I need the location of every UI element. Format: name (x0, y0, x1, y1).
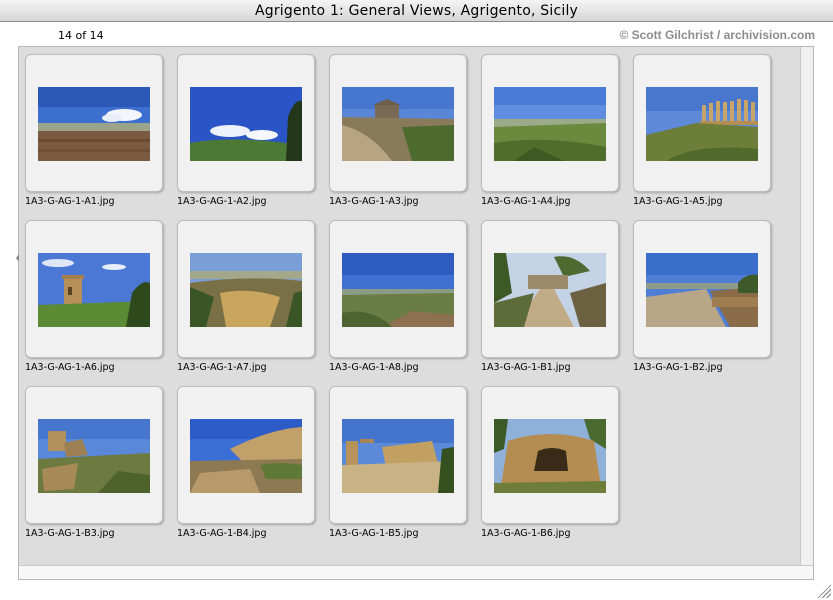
thumbnail-item[interactable]: 1A3-G-AG-1-A3.jpg (329, 54, 481, 218)
stone-tomb-photo[interactable] (38, 253, 150, 327)
slide-mount[interactable] (633, 54, 771, 192)
thumbnail-filename: 1A3-G-AG-1-B5.jpg (329, 528, 419, 539)
plain-view-photo[interactable] (342, 253, 454, 327)
thumbnail-item[interactable]: 1A3-G-AG-1-B2.jpg (633, 220, 785, 384)
slide-mount[interactable] (481, 54, 619, 192)
thumbnail-filename: 1A3-G-AG-1-A7.jpg (177, 362, 267, 373)
slide-mount[interactable] (329, 220, 467, 358)
window-title: Agrigento 1: General Views, Agrigento, S… (254, 3, 579, 19)
thumbnail-filename: 1A3-G-AG-1-A6.jpg (25, 362, 115, 373)
thumbnail-filename: 1A3-G-AG-1-A5.jpg (633, 196, 723, 207)
thumbnail-item[interactable]: 1A3-G-AG-1-A7.jpg (177, 220, 329, 384)
path-trees-photo[interactable] (494, 253, 606, 327)
thumbnail-filename: 1A3-G-AG-1-A2.jpg (177, 196, 267, 207)
thumbnail-item[interactable]: 1A3-G-AG-1-B3.jpg (25, 386, 177, 550)
temple-columns-photo[interactable] (646, 87, 758, 161)
rock-blocks-photo[interactable] (38, 419, 150, 493)
plowed-field-photo[interactable] (38, 87, 150, 161)
thumbnail-item[interactable]: 1A3-G-AG-1-A6.jpg (25, 220, 177, 384)
thumbnail-item[interactable]: 1A3-G-AG-1-B6.jpg (481, 386, 633, 550)
slide-mount[interactable] (329, 54, 467, 192)
slide-mount[interactable] (481, 220, 619, 358)
thumbnail-item[interactable]: 1A3-G-AG-1-B5.jpg (329, 386, 481, 550)
slide-mount[interactable] (25, 220, 163, 358)
valley-panorama-photo[interactable] (494, 87, 606, 161)
thumbnail-item[interactable]: 1A3-G-AG-1-A2.jpg (177, 54, 329, 218)
rock-cave-photo[interactable] (494, 419, 606, 493)
hillside-clouds-photo[interactable] (190, 87, 302, 161)
temple-ruins-photo[interactable] (342, 419, 454, 493)
vertical-scrollbar[interactable] (800, 47, 813, 565)
window-title-bar[interactable]: Agrigento 1: General Views, Agrigento, S… (0, 0, 833, 22)
image-counter: 14 of 14 (58, 29, 104, 42)
thumbnail-filename: 1A3-G-AG-1-A8.jpg (329, 362, 419, 373)
slide-mount[interactable] (633, 220, 771, 358)
slide-mount[interactable] (25, 386, 163, 524)
ruins-valley-photo[interactable] (190, 253, 302, 327)
thumbnail-filename: 1A3-G-AG-1-B3.jpg (25, 528, 115, 539)
thumbnail-filename: 1A3-G-AG-1-B6.jpg (481, 528, 571, 539)
thumbnail-filename: 1A3-G-AG-1-A1.jpg (25, 196, 115, 207)
slide-mount[interactable] (177, 386, 315, 524)
thumbnail-filename: 1A3-G-AG-1-B1.jpg (481, 362, 571, 373)
thumbnail-filename: 1A3-G-AG-1-B2.jpg (633, 362, 723, 373)
thumbnail-item[interactable]: 1A3-G-AG-1-A4.jpg (481, 54, 633, 218)
slide-mount[interactable] (177, 54, 315, 192)
road-wall-photo[interactable] (646, 253, 758, 327)
slide-mount[interactable] (177, 220, 315, 358)
thumbnail-item[interactable]: 1A3-G-AG-1-A8.jpg (329, 220, 481, 384)
collapse-arrow-icon[interactable] (16, 254, 19, 262)
thumbnail-item[interactable]: 1A3-G-AG-1-B1.jpg (481, 220, 633, 384)
rocky-slope-photo[interactable] (190, 419, 302, 493)
slide-mount[interactable] (481, 386, 619, 524)
slide-mount[interactable] (329, 386, 467, 524)
thumbnail-filename: 1A3-G-AG-1-A3.jpg (329, 196, 419, 207)
thumbnail-item[interactable]: 1A3-G-AG-1-A5.jpg (633, 54, 785, 218)
thumbnail-filename: 1A3-G-AG-1-B4.jpg (177, 528, 267, 539)
thumbnail-item[interactable]: 1A3-G-AG-1-B4.jpg (177, 386, 329, 550)
copyright-notice: © Scott Gilchrist / archivision.com (619, 28, 815, 42)
slide-mount[interactable] (25, 54, 163, 192)
temple-ridge-photo[interactable] (342, 87, 454, 161)
resize-grip-icon[interactable] (817, 584, 831, 598)
horizontal-scrollbar[interactable] (19, 565, 813, 579)
thumbnail-filename: 1A3-G-AG-1-A4.jpg (481, 196, 571, 207)
thumbnail-grid: 1A3-G-AG-1-A1.jpg 1A3-G-AG-1-A2.jpg 1A3-G-… (19, 47, 800, 565)
thumbnail-item[interactable]: 1A3-G-AG-1-A1.jpg (25, 54, 177, 218)
